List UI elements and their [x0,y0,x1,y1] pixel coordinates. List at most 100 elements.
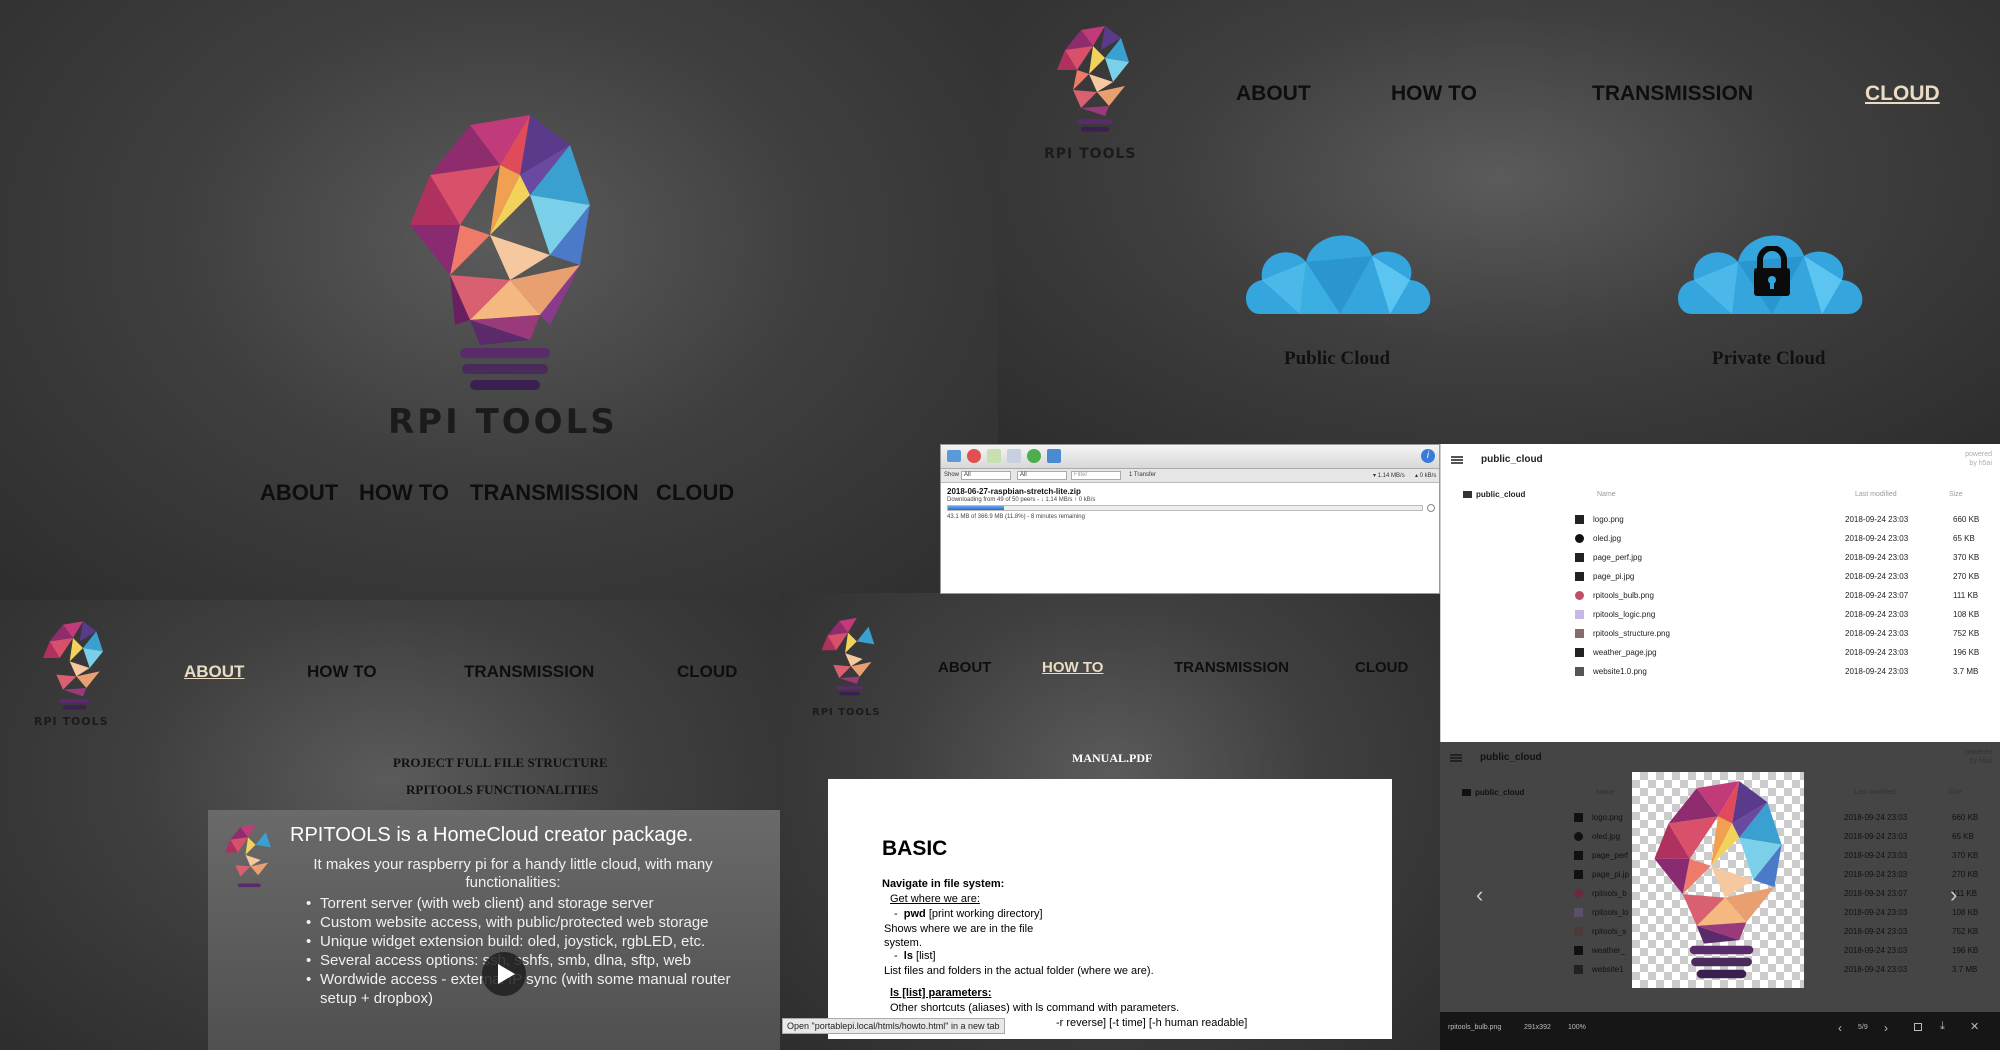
doc-sub2: ls [list] parameters: [890,987,992,999]
file-date: 2018-09-24 23:03 [1845,629,1909,638]
file-row[interactable]: rpitools_bulb.png 2018-09-24 23:07 111 KB [1561,588,1991,607]
viewer-next-small-icon[interactable]: › [1884,1021,1888,1035]
file-name: page_pi.jp [1592,870,1629,879]
nav-about[interactable]: ABOUT [938,659,991,676]
file-name: page_perf.jpg [1593,553,1642,562]
filter-select-2[interactable]: All [1017,471,1067,480]
play-icon [498,964,515,984]
file-icon [1574,908,1583,917]
pause-all-button[interactable] [1047,449,1061,463]
file-date: 2018-09-24 23:03 [1845,534,1909,543]
nav-transmission[interactable]: TRANSMISSION [1592,82,1753,106]
file-row[interactable]: weather_page.jpg 2018-09-24 23:03 196 KB [1561,645,1991,664]
file-row[interactable]: page_perf.jpg 2018-09-24 23:03 370 KB [1561,550,1991,569]
nav-transmission[interactable]: TRANSMISSION [470,480,639,506]
file-icon [1575,591,1584,600]
torrent-row[interactable]: 2018-06-27-raspbian-stretch-lite.zip Dow… [941,485,1439,525]
public-cloud-icon[interactable] [1240,222,1440,322]
fullscreen-icon[interactable] [1914,1023,1922,1031]
file-date: 2018-09-24 23:03 [1845,515,1909,524]
bulb-logo-icon [410,115,590,390]
bullet: •Wordwide access - external IP sync (wit… [306,971,731,1007]
viewer-pane: public_cloud powered by h5ai public_cloud… [1440,742,2000,1050]
file-size: 111 KB [1953,591,1979,600]
pause-button[interactable] [1007,449,1021,463]
info-icon[interactable]: i [1421,449,1435,463]
nav-howto[interactable]: HOW TO [1391,82,1477,106]
file-date: 2018-09-24 23:03 [1844,946,1908,955]
video-player[interactable]: RPITOOLS is a HomeCloud creator package.… [208,810,780,1050]
video-title: RPITOOLS is a HomeCloud creator package. [290,824,694,846]
col-modified[interactable]: Last modified [1854,789,1896,796]
filter-input[interactable]: Filter [1071,471,1121,480]
nav-cloud[interactable]: CLOUD [656,480,734,506]
home-pane: RPI TOOLS ABOUT HOW TO TRANSMISSION CLOU… [0,0,998,600]
lock-icon [1754,246,1790,296]
nav-howto[interactable]: HOW TO [359,480,449,506]
file-row[interactable]: logo.png 2018-09-24 23:03 660 KB [1561,512,1991,531]
doc-ls-line: - ls [list] [894,950,936,962]
torrent-pause-icon[interactable] [1427,504,1435,512]
pdf-document[interactable]: BASIC Navigate in file system: Get where… [828,779,1392,1039]
resume-all-button[interactable] [1027,449,1041,463]
nav-transmission[interactable]: TRANSMISSION [1174,659,1289,676]
nav-howto[interactable]: HOW TO [307,662,377,682]
file-date: 2018-09-24 23:03 [1844,927,1908,936]
cloud-pane: RPI TOOLS ABOUT HOW TO TRANSMISSION CLOU… [998,0,2000,445]
sidebar-folder[interactable]: public_cloud [1463,490,1525,499]
file-row[interactable]: rpitools_structure.png 2018-09-24 23:03 75… [1561,626,1991,645]
filter-select-1[interactable]: All [961,471,1011,480]
file-row[interactable]: page_pi.jpg 2018-09-24 23:03 270 KB [1561,569,1991,588]
bulb-preview-icon [1654,781,1782,979]
file-icon [1575,667,1584,676]
transfer-count: 1 Transfer [1129,472,1157,478]
nav-transmission[interactable]: TRANSMISSION [464,662,594,682]
col-modified[interactable]: Last modified [1855,491,1897,498]
viewer-file-name: rpitools_bulb.png [1448,1024,1502,1031]
file-name: oled.jpg [1593,534,1622,543]
col-size[interactable]: Size [1949,491,1963,498]
menu-icon[interactable] [1450,754,1462,762]
speed-up: ▴ 0 kB/s [1415,473,1437,479]
public-cloud-label[interactable]: Public Cloud [1284,348,1390,370]
col-name[interactable]: Name [1597,491,1616,498]
file-name: rpitools_structure.png [1593,629,1670,638]
file-size: 65 KB [1952,832,1974,841]
file-name: page_pi.jpg [1593,572,1635,581]
remove-torrent-button[interactable] [967,449,981,463]
sidebar-folder[interactable]: public_cloud [1462,788,1524,797]
open-torrent-button[interactable] [947,450,961,462]
col-size[interactable]: Size [1948,789,1962,796]
nav-cloud[interactable]: CLOUD [1355,659,1408,676]
nav-howto-active[interactable]: HOW TO [1042,659,1103,676]
project-structure-link[interactable]: PROJECT FULL FILE STRUCTURE [393,755,608,771]
nav-cloud[interactable]: CLOUD [677,662,737,682]
viewer-zoom: 100% [1568,1024,1586,1031]
nav-cloud-active[interactable]: CLOUD [1865,82,1940,106]
nav-about[interactable]: ABOUT [1236,82,1311,106]
file-row[interactable]: rpitools_logic.png 2018-09-24 23:03 108 KB [1561,607,1991,626]
nav-about[interactable]: ABOUT [260,480,338,506]
file-name: weather_ [1592,946,1625,955]
nav-about-active[interactable]: ABOUT [184,662,244,682]
file-name: page_perf [1592,851,1629,860]
menu-icon[interactable] [1451,456,1463,464]
close-icon[interactable]: ✕ [1970,1020,1979,1033]
start-button[interactable] [987,449,1001,463]
file-size: 370 KB [1953,553,1980,562]
file-name: weather_page.jpg [1593,648,1657,657]
play-button[interactable] [482,952,526,996]
download-icon[interactable]: ⤓ [1940,1020,1945,1033]
file-size: 270 KB [1953,572,1980,581]
video-subtitle: It makes your raspberry pi for a handy l… [313,856,713,891]
col-name[interactable]: Name [1596,789,1615,796]
viewer-prev-small-icon[interactable]: ‹ [1838,1021,1842,1035]
file-row[interactable]: oled.jpg 2018-09-24 23:03 65 KB [1561,531,1991,550]
private-cloud-label[interactable]: Private Cloud [1712,348,1825,370]
viewer-prev-icon[interactable]: ‹ [1476,882,1483,908]
browser-title: public_cloud [1481,454,1543,465]
viewer-next-icon[interactable]: › [1950,882,1957,908]
file-row[interactable]: website1.0.png 2018-09-24 23:03 3.7 MB [1561,664,1991,683]
functionalities-link[interactable]: RPITOOLS FUNCTIONALITIES [406,782,598,798]
file-size: 65 KB [1953,534,1975,543]
